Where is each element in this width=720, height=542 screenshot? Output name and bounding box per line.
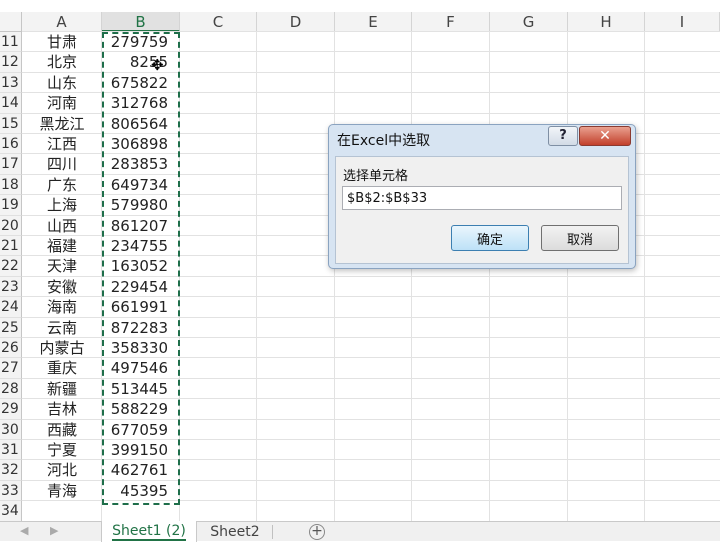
sheet-tab-bar: ◀ ▶ Sheet1 (2) Sheet2 + (0, 521, 720, 542)
move-cursor-icon: ✥ (151, 56, 164, 74)
row-header[interactable]: 15 (0, 113, 22, 134)
cell-province[interactable]: 北京 (22, 52, 102, 72)
select-cells-label: 选择单元格 (343, 169, 409, 184)
cell-province[interactable]: 江西 (22, 134, 102, 154)
cell-province[interactable]: 吉林 (22, 399, 102, 419)
row-header[interactable]: 32 (0, 460, 22, 481)
cell-province[interactable]: 上海 (22, 195, 102, 215)
close-button[interactable]: ✕ (579, 126, 631, 146)
cell-province[interactable]: 河南 (22, 93, 102, 113)
row-header[interactable]: 16 (0, 134, 22, 155)
row-header[interactable]: 29 (0, 399, 22, 420)
cancel-button[interactable]: 取消 (541, 225, 619, 251)
add-sheet-icon[interactable]: + (309, 524, 325, 540)
cell-province[interactable]: 广东 (22, 175, 102, 195)
formula-area-strip (0, 0, 720, 12)
cell-province[interactable]: 四川 (22, 154, 102, 174)
tab-scroll-left-icon[interactable]: ◀ (20, 524, 28, 537)
row-header[interactable]: 14 (0, 93, 22, 114)
row-header[interactable]: 18 (0, 174, 22, 196)
column-header-e[interactable]: E (335, 12, 412, 32)
cell-province[interactable]: 宁夏 (22, 440, 102, 460)
dialog-title: 在Excel中选取 (337, 133, 431, 149)
row-header[interactable]: 33 (0, 480, 22, 502)
row-header[interactable]: 17 (0, 154, 22, 175)
range-input[interactable] (342, 186, 622, 210)
tab-sheet2[interactable]: Sheet2 (199, 522, 271, 542)
row-header[interactable]: 25 (0, 317, 22, 338)
row-header[interactable]: 12 (0, 52, 22, 73)
column-header-a[interactable]: A (22, 12, 102, 32)
cell-province[interactable]: 重庆 (22, 358, 102, 378)
copy-marquee-selection (102, 32, 180, 505)
cell-province[interactable]: 河北 (22, 460, 102, 480)
cell-province[interactable]: 山东 (22, 73, 102, 93)
column-header-c[interactable]: C (180, 12, 257, 32)
column-header-d[interactable]: D (257, 12, 335, 32)
help-button[interactable]: ? (548, 126, 578, 146)
row-header[interactable]: 13 (0, 72, 22, 94)
column-header-g[interactable]: G (490, 12, 568, 32)
cell-province[interactable]: 内蒙古 (22, 338, 102, 358)
cell-province[interactable]: 青海 (22, 481, 102, 501)
cell-province[interactable]: 海南 (22, 297, 102, 317)
row-header[interactable]: 23 (0, 276, 22, 298)
cell-province[interactable]: 甘肃 (22, 32, 102, 52)
tab-sheet1-2[interactable]: Sheet1 (2) (101, 521, 197, 542)
cell-province[interactable]: 云南 (22, 318, 102, 338)
tab-scroll-right-icon[interactable]: ▶ (50, 524, 58, 537)
cell-province[interactable]: 安徽 (22, 277, 102, 297)
tab-label: Sheet1 (2) (112, 523, 186, 541)
select-all-corner[interactable] (0, 12, 22, 32)
column-header-b[interactable]: B (102, 12, 180, 32)
cell-province[interactable]: 新疆 (22, 379, 102, 399)
row-header[interactable]: 21 (0, 236, 22, 257)
row-header[interactable]: 20 (0, 215, 22, 236)
column-header-f[interactable]: F (412, 12, 490, 32)
row-header[interactable]: 24 (0, 297, 22, 318)
cell-province[interactable]: 山西 (22, 216, 102, 236)
row-header[interactable]: 11 (0, 32, 22, 53)
cell-province[interactable]: 黑龙江 (22, 114, 102, 134)
cell-province[interactable]: 福建 (22, 236, 102, 256)
tab-label: Sheet2 (210, 524, 260, 540)
tab-divider (272, 525, 273, 539)
column-header-i[interactable]: I (645, 12, 720, 32)
row-header[interactable]: 22 (0, 256, 22, 277)
row-header[interactable]: 31 (0, 440, 22, 461)
row-header[interactable]: 26 (0, 338, 22, 359)
cell-province[interactable] (22, 501, 102, 521)
row-header[interactable]: 27 (0, 358, 22, 379)
row-header[interactable]: 30 (0, 419, 22, 440)
cell-province[interactable]: 西藏 (22, 420, 102, 440)
row-header[interactable]: 34 (0, 501, 22, 522)
dialog-body: 选择单元格 确定 取消 (335, 156, 629, 264)
row-header[interactable]: 28 (0, 378, 22, 400)
row-header[interactable]: 19 (0, 195, 22, 216)
select-range-dialog: 在Excel中选取 ? ✕ 选择单元格 确定 取消 (328, 124, 636, 269)
column-header-h[interactable]: H (568, 12, 645, 32)
ok-button[interactable]: 确定 (451, 225, 529, 251)
cell-province[interactable]: 天津 (22, 256, 102, 276)
